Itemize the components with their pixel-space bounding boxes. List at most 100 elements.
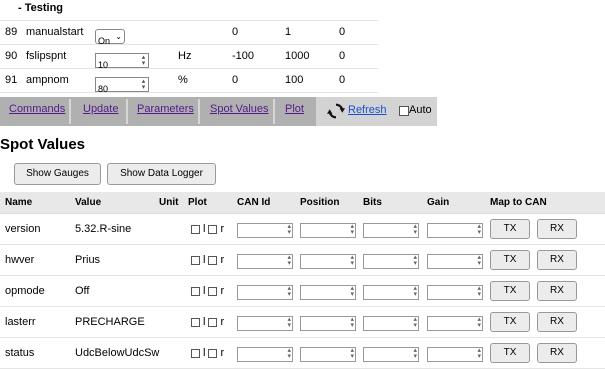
spinner-icon[interactable]: ▴ ▾ bbox=[413, 316, 417, 329]
table-row: opmode Off lr ▴ ▾ ▴ ▾ ▴ ▾ ▴ ▾ TX RX bbox=[0, 276, 605, 307]
table-row: status UdcBelowUdcSw lr ▴ ▾ ▴ ▾ ▴ ▾ ▴ ▾ TX R… bbox=[0, 338, 605, 369]
position-input[interactable]: ▴ ▾ bbox=[300, 347, 356, 362]
spot-value: UdcBelowUdcSw bbox=[75, 347, 160, 359]
tx-button[interactable]: TX bbox=[490, 281, 530, 301]
gain-input[interactable]: ▴ ▾ bbox=[427, 254, 483, 269]
spinner-icon[interactable]: ▴ ▾ bbox=[413, 285, 417, 298]
plot-controls: lr bbox=[191, 254, 227, 266]
spinner-icon[interactable]: ▴ ▾ bbox=[413, 347, 417, 360]
plot-left-checkbox[interactable] bbox=[191, 317, 200, 327]
plot-right-checkbox[interactable] bbox=[208, 317, 218, 327]
nav-update-link[interactable]: Update bbox=[77, 97, 124, 126]
nav-commands-link[interactable]: Commands bbox=[3, 97, 71, 126]
spot-value: Off bbox=[75, 285, 90, 297]
can-id-input[interactable]: ▴ ▾ bbox=[237, 347, 293, 362]
refresh-link[interactable]: Refresh bbox=[348, 104, 387, 116]
param-unit: % bbox=[178, 74, 188, 86]
spinner-icon[interactable]: ▴ ▾ bbox=[477, 347, 481, 360]
plot-left-checkbox[interactable] bbox=[191, 348, 200, 358]
input-value: 80 bbox=[98, 84, 109, 94]
gain-input[interactable]: ▴ ▾ bbox=[427, 347, 483, 362]
plot-left-label: l bbox=[203, 285, 206, 297]
spinner-icon[interactable]: ▴ ▾ bbox=[477, 254, 481, 267]
position-input[interactable]: ▴ ▾ bbox=[300, 223, 356, 238]
show-data-logger-button[interactable]: Show Data Logger bbox=[107, 163, 216, 185]
can-id-input[interactable]: ▴ ▾ bbox=[237, 316, 293, 331]
rx-button[interactable]: RX bbox=[537, 250, 577, 270]
position-input[interactable]: ▴ ▾ bbox=[300, 285, 356, 300]
spinner-icon[interactable]: ▴ ▾ bbox=[413, 254, 417, 267]
spinner-icon[interactable]: ▴ ▾ bbox=[287, 316, 291, 329]
spinner-icon[interactable]: ▴ ▾ bbox=[140, 54, 147, 67]
bits-input[interactable]: ▴ ▾ bbox=[363, 254, 419, 269]
bits-input[interactable]: ▴ ▾ bbox=[363, 285, 419, 300]
spinner-icon[interactable]: ▴ ▾ bbox=[287, 347, 291, 360]
position-input[interactable]: ▴ ▾ bbox=[300, 316, 356, 331]
spinner-icon[interactable]: ▴ ▾ bbox=[477, 223, 481, 236]
header-unit: Unit bbox=[159, 197, 179, 208]
spot-value: Prius bbox=[75, 254, 101, 266]
can-id-input[interactable]: ▴ ▾ bbox=[237, 285, 293, 300]
spinner-icon[interactable]: ▴ ▾ bbox=[477, 285, 481, 298]
auto-checkbox[interactable] bbox=[399, 106, 409, 116]
spot-name: lasterr bbox=[5, 316, 36, 328]
param-id: 90 bbox=[5, 50, 18, 62]
gain-input[interactable]: ▴ ▾ bbox=[427, 316, 483, 331]
spinner-icon[interactable]: ▴ ▾ bbox=[477, 316, 481, 329]
spinner-icon[interactable]: ▴ ▾ bbox=[413, 223, 417, 236]
rx-button[interactable]: RX bbox=[537, 343, 577, 363]
gain-input[interactable]: ▴ ▾ bbox=[427, 223, 483, 238]
plot-right-checkbox[interactable] bbox=[208, 348, 218, 358]
rx-button[interactable]: RX bbox=[537, 281, 577, 301]
plot-left-label: l bbox=[203, 254, 206, 266]
header-value: Value bbox=[75, 197, 102, 208]
spinner-icon[interactable]: ▴ ▾ bbox=[287, 285, 291, 298]
spot-name: version bbox=[5, 223, 41, 235]
spinner-icon[interactable]: ▴ ▾ bbox=[287, 254, 291, 267]
plot-left-checkbox[interactable] bbox=[191, 286, 200, 296]
tx-button[interactable]: TX bbox=[490, 250, 530, 270]
plot-right-label: r bbox=[220, 223, 225, 235]
auto-label: Auto bbox=[409, 104, 432, 116]
spot-value: 5.32.R-sine bbox=[75, 223, 132, 235]
plot-right-checkbox[interactable] bbox=[208, 286, 218, 296]
spinner-icon[interactable]: ▴ ▾ bbox=[350, 347, 354, 360]
refresh-icon[interactable] bbox=[327, 102, 345, 120]
header-map-to-can: Map to CAN bbox=[490, 197, 547, 208]
nav-spot-values-link[interactable]: Spot Values bbox=[204, 97, 275, 126]
spinner-icon[interactable]: ▴ ▾ bbox=[350, 223, 354, 236]
bits-input[interactable]: ▴ ▾ bbox=[363, 316, 419, 331]
plot-left-checkbox[interactable] bbox=[191, 224, 200, 234]
header-position: Position bbox=[300, 197, 340, 208]
spinner-icon[interactable]: ▴ ▾ bbox=[350, 285, 354, 298]
spinner-icon[interactable]: ▴ ▾ bbox=[350, 316, 354, 329]
bits-input[interactable]: ▴ ▾ bbox=[363, 223, 419, 238]
gain-input[interactable]: ▴ ▾ bbox=[427, 285, 483, 300]
plot-left-checkbox[interactable] bbox=[191, 255, 200, 265]
spinner-icon[interactable]: ▴ ▾ bbox=[287, 223, 291, 236]
param-name: manualstart bbox=[26, 26, 84, 38]
can-id-input[interactable]: ▴ ▾ bbox=[237, 223, 293, 238]
header-can-id: CAN Id bbox=[237, 197, 271, 208]
spinner-icon[interactable]: ▴ ▾ bbox=[140, 78, 147, 91]
spot-name: opmode bbox=[5, 285, 45, 297]
show-gauges-button[interactable]: Show Gauges bbox=[14, 163, 101, 185]
rx-button[interactable]: RX bbox=[537, 219, 577, 239]
param-min: 0 bbox=[232, 26, 239, 38]
rx-button[interactable]: RX bbox=[537, 312, 577, 332]
plot-right-checkbox[interactable] bbox=[208, 255, 218, 265]
nav-plot-link[interactable]: Plot bbox=[279, 97, 310, 126]
bits-input[interactable]: ▴ ▾ bbox=[363, 347, 419, 362]
nav-divider bbox=[126, 99, 128, 124]
param-default: 0 bbox=[339, 74, 346, 86]
plot-right-checkbox[interactable] bbox=[208, 224, 218, 234]
tx-button[interactable]: TX bbox=[490, 219, 530, 239]
nav-parameters-link[interactable]: Parameters bbox=[131, 97, 200, 126]
spinner-icon[interactable]: ▴ ▾ bbox=[350, 254, 354, 267]
can-id-input[interactable]: ▴ ▾ bbox=[237, 254, 293, 269]
position-input[interactable]: ▴ ▾ bbox=[300, 254, 356, 269]
header-gain: Gain bbox=[427, 197, 450, 208]
tx-button[interactable]: TX bbox=[490, 312, 530, 332]
tx-button[interactable]: TX bbox=[490, 343, 530, 363]
chevron-down-icon: ⌄ bbox=[115, 32, 122, 41]
